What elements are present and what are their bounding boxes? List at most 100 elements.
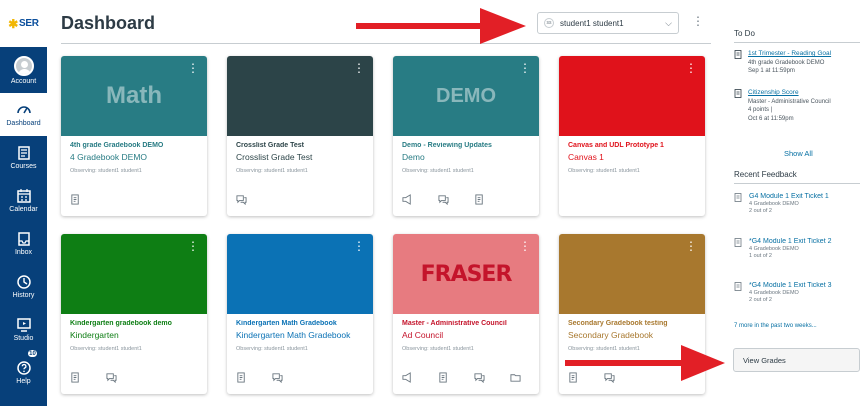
- course-name[interactable]: Demo - Reviewing Updates: [402, 142, 530, 149]
- nav-account[interactable]: Account: [0, 47, 47, 93]
- card-hero: DEMO ⋮: [393, 56, 539, 136]
- avatar-icon: [13, 55, 34, 76]
- card-hero-text: DEMO: [436, 84, 496, 107]
- course-card[interactable]: DEMO ⋮ Demo - Reviewing Updates Demo Obs…: [393, 56, 539, 216]
- course-name[interactable]: Canvas and UDL Prototype 1: [568, 142, 696, 149]
- dashboard-options-icon[interactable]: ⋮: [692, 15, 704, 27]
- assignments-icon[interactable]: [70, 194, 82, 206]
- observing-label: Observing: student1 student1: [568, 168, 640, 174]
- card-options-icon[interactable]: ⋮: [187, 62, 199, 74]
- observee-select[interactable]: ss student1 student1 ⌵: [537, 12, 679, 34]
- card-options-icon[interactable]: ⋮: [187, 240, 199, 252]
- course-card[interactable]: ⋮ Canvas and UDL Prototype 1 Canvas 1 Ob…: [559, 56, 705, 216]
- course-name[interactable]: Kindergarten Math Gradebook: [236, 320, 364, 327]
- nav-dashboard[interactable]: Dashboard: [0, 93, 47, 136]
- nav-help[interactable]: 10 Help: [0, 349, 47, 394]
- help-badge: 10: [27, 349, 38, 358]
- card-hero-text: Math: [106, 82, 162, 109]
- nav-calendar-label: Calendar: [9, 206, 38, 213]
- feedback-item-score: 1 out of 2: [749, 253, 772, 259]
- feedback-item[interactable]: *G4 Module 1 Exit Ticket 3 4 Gradebook D…: [749, 282, 860, 305]
- feedback-item[interactable]: *G4 Module 1 Exit Ticket 2 4 Gradebook D…: [749, 238, 860, 261]
- card-options-icon[interactable]: ⋮: [519, 240, 531, 252]
- card-options-icon[interactable]: ⋮: [519, 62, 531, 74]
- assignments-icon[interactable]: [70, 372, 82, 384]
- nav-account-label: Account: [10, 77, 37, 85]
- course-code: Demo: [402, 152, 425, 162]
- assignments-icon[interactable]: [236, 372, 248, 384]
- nav-help-label: Help: [16, 378, 31, 385]
- assignment-icon: [734, 282, 742, 291]
- nav-history[interactable]: History: [0, 265, 47, 308]
- student-avatar-icon: ss: [544, 18, 554, 28]
- page-title: Dashboard: [61, 13, 156, 33]
- feedback-item[interactable]: G4 Module 1 Exit Ticket 1 4 Gradebook DE…: [749, 193, 860, 216]
- course-name[interactable]: Secondary Gradebook testing: [568, 320, 696, 327]
- course-card[interactable]: ⋮ Kindergarten Math Gradebook Kindergart…: [227, 234, 373, 394]
- announcements-icon[interactable]: [402, 372, 414, 384]
- observing-label: Observing: student1 student1: [236, 346, 308, 352]
- observing-label: Observing: student1 student1: [402, 168, 474, 174]
- view-grades-button[interactable]: View Grades: [733, 348, 860, 372]
- observing-label: Observing: student1 student1: [236, 168, 308, 174]
- school-brand-image: FRASER: [420, 261, 513, 287]
- discussions-icon[interactable]: [106, 372, 118, 384]
- course-card[interactable]: Math ⋮ 4th grade Gradebook DEMO 4 Gradeb…: [61, 56, 207, 216]
- card-hero: ⋮: [227, 56, 373, 136]
- observing-label: Observing: student1 student1: [70, 346, 142, 352]
- course-card[interactable]: ⋮ Crosslist Grade Test Crosslist Grade T…: [227, 56, 373, 216]
- nav-dashboard-label: Dashboard: [6, 120, 41, 127]
- annotation-arrow-icon: [565, 345, 725, 381]
- assignments-icon[interactable]: [438, 372, 450, 384]
- course-name[interactable]: Kindergarten gradebook demo: [70, 320, 198, 327]
- observing-label: Observing: student1 student1: [402, 346, 474, 352]
- course-code: Secondary Gradebook: [568, 330, 654, 340]
- discussions-icon[interactable]: [272, 372, 284, 384]
- nav-courses[interactable]: Courses: [0, 136, 47, 179]
- feedback-item-title[interactable]: *G4 Module 1 Exit Ticket 3: [749, 282, 860, 290]
- card-options-icon[interactable]: ⋮: [685, 240, 697, 252]
- announcements-icon[interactable]: [402, 194, 414, 206]
- feedback-item-title[interactable]: G4 Module 1 Exit Ticket 1: [749, 193, 860, 201]
- school-logo[interactable]: ✱ SER: [0, 0, 47, 47]
- observee-select-value: student1 student1: [560, 18, 624, 28]
- card-options-icon[interactable]: ⋮: [685, 62, 697, 74]
- files-icon[interactable]: [510, 372, 522, 384]
- card-options-icon[interactable]: ⋮: [353, 240, 365, 252]
- assignment-icon: [734, 238, 742, 247]
- course-code: Canvas 1: [568, 152, 604, 162]
- nav-history-label: History: [12, 292, 35, 299]
- nav-studio[interactable]: Studio: [0, 308, 47, 351]
- chevron-down-icon: ⌵: [665, 17, 672, 28]
- card-hero: ⋮: [559, 234, 705, 314]
- course-name[interactable]: 4th grade Gradebook DEMO: [70, 142, 198, 149]
- card-hero: ⋮: [559, 56, 705, 136]
- course-card[interactable]: FRASER ⋮ Master - Administrative Council…: [393, 234, 539, 394]
- courses-icon: [17, 146, 30, 160]
- global-nav: ✱ SER Account Dashboard Courses Calendar …: [0, 0, 47, 406]
- course-name[interactable]: Master - Administrative Council: [402, 320, 530, 327]
- course-code: 4 Gradebook DEMO: [70, 152, 148, 162]
- more-feedback-link[interactable]: 7 more in the past two weeks...: [734, 323, 817, 329]
- nav-studio-label: Studio: [13, 335, 34, 342]
- feedback-item-course: 4 Gradebook DEMO: [749, 200, 799, 207]
- card-options-icon[interactable]: ⋮: [353, 62, 365, 74]
- discussions-icon[interactable]: [438, 194, 450, 206]
- course-card[interactable]: ⋮ Kindergarten gradebook demo Kindergart…: [61, 234, 207, 394]
- course-code: Crosslist Grade Test: [236, 152, 313, 162]
- inbox-icon: [17, 232, 30, 246]
- discussions-icon[interactable]: [236, 194, 248, 206]
- feedback-item-score: 2 out of 2: [749, 208, 772, 214]
- feedback-item-course: 4 Gradebook DEMO: [749, 289, 799, 296]
- nav-calendar[interactable]: Calendar: [0, 179, 47, 222]
- nav-inbox[interactable]: Inbox: [0, 222, 47, 265]
- course-name[interactable]: Crosslist Grade Test: [236, 142, 364, 149]
- clock-icon: [16, 275, 31, 289]
- card-hero: ⋮: [227, 234, 373, 314]
- discussions-icon[interactable]: [474, 372, 486, 384]
- feedback-item-course: 4 Gradebook DEMO: [749, 245, 799, 252]
- studio-icon: [16, 318, 31, 332]
- feedback-item-title[interactable]: *G4 Module 1 Exit Ticket 2: [749, 238, 860, 246]
- assignments-icon[interactable]: [474, 194, 486, 206]
- feedback-list: G4 Module 1 Exit Ticket 1 4 Gradebook DE…: [722, 0, 860, 406]
